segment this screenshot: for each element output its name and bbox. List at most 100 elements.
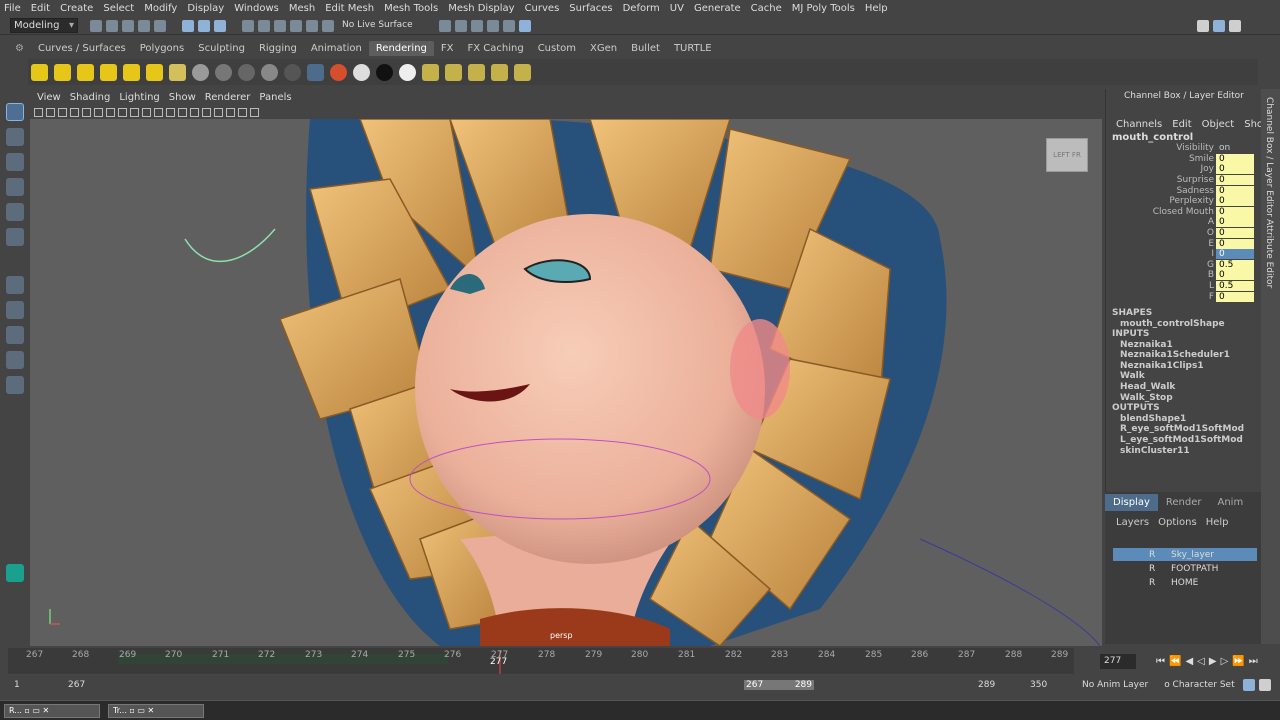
layer-tab-display[interactable]: Display (1105, 493, 1158, 511)
select-hierarchy-icon[interactable] (182, 19, 194, 32)
menu-cache[interactable]: Cache (751, 3, 782, 14)
select-tool-icon[interactable] (6, 103, 24, 121)
menu-mj-poly-tools[interactable]: MJ Poly Tools (792, 3, 855, 14)
object-name[interactable]: mouth_control (1106, 132, 1261, 143)
input-node[interactable]: Neznaika1Clips1 (1106, 361, 1261, 372)
image-plane-icon[interactable] (70, 107, 79, 117)
attr-row[interactable]: G 0.5 (1106, 259, 1261, 271)
shape-node[interactable]: mouth_controlShape (1106, 319, 1261, 330)
start-time-field[interactable]: 1 (10, 678, 58, 692)
anim-end-field[interactable]: 289 (974, 678, 1022, 692)
layer-flag[interactable]: R (1149, 578, 1161, 588)
attr-value[interactable]: on (1216, 143, 1254, 154)
attr-value[interactable]: 0 (1216, 206, 1254, 217)
shelf-tab-curves-surfaces[interactable]: Curves / Surfaces (31, 41, 133, 56)
attr-row[interactable]: Surprise 0 (1106, 175, 1261, 186)
graph-layout-icon[interactable] (6, 376, 24, 394)
render-region-icon[interactable] (514, 63, 531, 81)
layer-menu-help[interactable]: Help (1206, 517, 1229, 528)
shadows-icon[interactable] (226, 107, 235, 117)
select-component-icon[interactable] (214, 19, 226, 32)
gate-mask-icon[interactable] (118, 107, 127, 117)
attr-row[interactable]: Visibility on (1106, 143, 1261, 154)
attr-value[interactable]: 0.5 (1216, 259, 1254, 270)
shelf-tab-rigging[interactable]: Rigging (252, 41, 304, 56)
scale-tool-icon[interactable] (6, 228, 24, 246)
cb-menu-channels[interactable]: Channels (1116, 119, 1162, 130)
rotate-tool-icon[interactable] (6, 203, 24, 221)
make-live-icon[interactable] (322, 19, 334, 32)
current-frame-field[interactable]: 277 (1100, 653, 1136, 669)
phonge-sphere-icon[interactable] (261, 63, 278, 81)
menu-generate[interactable]: Generate (694, 3, 741, 14)
batch-render-icon[interactable] (468, 63, 485, 81)
paint-select-tool-icon[interactable] (6, 153, 24, 171)
attr-row[interactable]: Perplexity 0 (1106, 196, 1261, 207)
shelf-tab-rendering[interactable]: Rendering (368, 41, 434, 56)
attr-row[interactable]: A0 (1106, 217, 1261, 228)
point-light-icon[interactable] (77, 63, 94, 81)
time-slider[interactable]: 267 268 269 270 271 272 273 274 275 276 … (8, 648, 1074, 674)
menu-curves[interactable]: Curves (525, 3, 560, 14)
menu-mesh-display[interactable]: Mesh Display (448, 3, 514, 14)
shelf-tab-turtle[interactable]: TURTLE (667, 41, 719, 56)
ipr-icon[interactable] (445, 63, 462, 81)
shelf-tab-xgen[interactable]: XGen (583, 41, 624, 56)
ipr-render-icon[interactable] (454, 19, 467, 32)
anisotropic-sphere-icon[interactable] (284, 63, 301, 81)
camera-select-icon[interactable] (34, 107, 43, 117)
new-scene-icon[interactable] (90, 19, 102, 32)
ambient-light-icon[interactable] (31, 63, 48, 81)
panel-menu-shading[interactable]: Shading (70, 92, 111, 103)
layout-icon[interactable] (1212, 19, 1225, 32)
menu-select[interactable]: Select (103, 3, 134, 14)
play-forward-icon[interactable]: ▶ (1209, 656, 1217, 667)
panel-menu-renderer[interactable]: Renderer (205, 92, 251, 103)
attr-value[interactable]: 0 (1216, 153, 1254, 164)
panel-icon[interactable] (1228, 19, 1241, 32)
step-back-key-icon[interactable]: ⏪ (1169, 656, 1181, 667)
hypershade-icon[interactable] (486, 19, 499, 32)
light-sphere-icon[interactable] (399, 63, 416, 81)
save-scene-icon[interactable] (122, 19, 134, 32)
render-settings-icon[interactable] (470, 19, 483, 32)
menu-uv[interactable]: UV (670, 3, 684, 14)
attr-value[interactable]: 0 (1216, 291, 1254, 302)
attr-row[interactable]: I0 (1106, 249, 1261, 260)
render-current-icon[interactable] (438, 19, 451, 32)
redo-icon[interactable] (154, 19, 166, 32)
anim-layer-dropdown[interactable]: No Anim Layer (1082, 680, 1148, 690)
go-to-start-icon[interactable]: ⏮ (1156, 656, 1165, 667)
grid-icon[interactable] (82, 107, 91, 117)
input-node[interactable]: Neznaika1 (1106, 340, 1261, 351)
attr-value[interactable]: 0 (1216, 164, 1254, 175)
phong-sphere-icon[interactable] (238, 63, 255, 81)
volume-light-icon[interactable] (146, 63, 163, 81)
step-forward-key-icon[interactable]: ⏩ (1232, 656, 1244, 667)
menu-mesh[interactable]: Mesh (289, 3, 315, 14)
layer-row[interactable]: R HOME (1113, 576, 1257, 589)
lasso-tool-icon[interactable] (6, 128, 24, 146)
resolution-gate-icon[interactable] (106, 107, 115, 117)
output-node[interactable]: L_eye_softMod1SoftMod (1106, 435, 1261, 446)
black-sphere-icon[interactable] (376, 63, 393, 81)
snap-point-icon[interactable] (274, 19, 286, 32)
side-tab-channel-box[interactable]: Channel Box / Layer Editor (1264, 97, 1274, 217)
task-window-2[interactable]: Tr... ▫ ▭ ✕ (108, 704, 204, 718)
lambert-sphere-icon[interactable] (215, 63, 232, 81)
panel-menu-panels[interactable]: Panels (259, 92, 291, 103)
layer-menu-options[interactable]: Options (1158, 517, 1197, 528)
undo-icon[interactable] (138, 19, 150, 32)
end-time-field[interactable]: 350 (1026, 678, 1074, 692)
menu-mesh-tools[interactable]: Mesh Tools (384, 3, 438, 14)
wireframe-on-shaded-icon[interactable] (190, 107, 199, 117)
task-window-1[interactable]: R... ▫ ▭ ✕ (4, 704, 100, 718)
camera-attributes-icon[interactable] (46, 107, 55, 117)
safe-title-icon[interactable] (154, 107, 163, 117)
menu-deform[interactable]: Deform (623, 3, 660, 14)
panel-menu-lighting[interactable]: Lighting (119, 92, 159, 103)
surface-shader-icon[interactable] (307, 63, 324, 81)
character-set-dropdown[interactable]: o Character Set (1164, 680, 1234, 690)
character-set-icon[interactable] (1242, 679, 1255, 691)
attr-row[interactable]: Joy 0 (1106, 164, 1261, 175)
